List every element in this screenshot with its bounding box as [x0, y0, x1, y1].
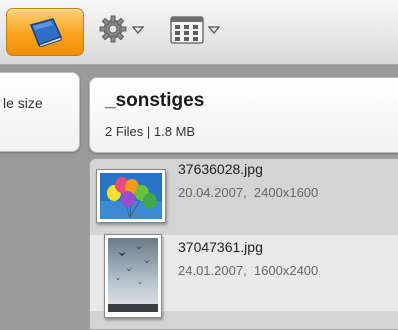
list-item[interactable]: 37047361.jpg 24.01.2007, 1600x2400: [90, 234, 398, 318]
folder-title: _sonstiges: [105, 90, 205, 111]
toolbar: [0, 0, 398, 65]
file-meta: 20.04.2007, 2400x1600: [178, 185, 318, 200]
gear-icon[interactable]: [98, 14, 128, 44]
grid-view-icon[interactable]: [170, 16, 204, 44]
balloons-thumbnail: [96, 169, 166, 223]
blue-book-icon: [29, 18, 63, 47]
sort-by-size-label: le size: [3, 95, 43, 111]
file-dimensions: 2400x1600: [253, 185, 319, 200]
file-date: 24.01.2007,: [178, 263, 247, 278]
sort-by-size-header[interactable]: le size: [0, 72, 80, 152]
file-date: 20.04.2007,: [178, 185, 247, 200]
folder-header[interactable]: _sonstiges 2 Files | 1.8 MB: [89, 77, 398, 153]
file-list: 37636028.jpg 20.04.2007, 2400x1600 37047…: [89, 158, 398, 330]
birds-sky-thumbnail: [104, 234, 162, 318]
file-name: 37047361.jpg: [178, 239, 263, 255]
file-meta: 24.01.2007, 1600x2400: [178, 263, 318, 278]
file-name: 37636028.jpg: [178, 161, 263, 177]
list-item[interactable]: 37636028.jpg 20.04.2007, 2400x1600: [90, 159, 398, 235]
library-button[interactable]: [6, 8, 84, 56]
view-dropdown-arrow-icon[interactable]: [208, 26, 220, 34]
folder-summary: 2 Files | 1.8 MB: [105, 124, 196, 139]
gear-dropdown-arrow-icon[interactable]: [132, 26, 144, 34]
left-pane: [0, 158, 82, 320]
file-dimensions: 1600x2400: [253, 263, 319, 278]
